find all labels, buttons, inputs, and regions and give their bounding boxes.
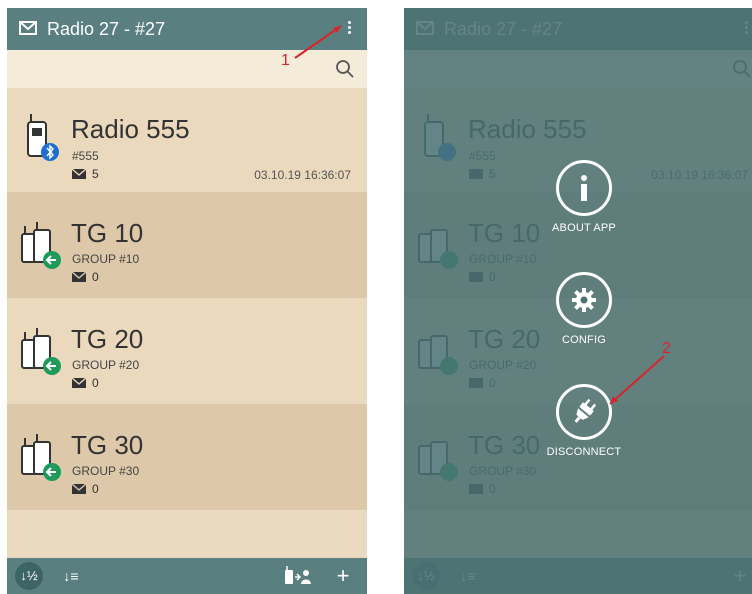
group-radios-icon bbox=[21, 222, 61, 269]
mail-icon bbox=[19, 21, 37, 35]
add-contact-icon[interactable] bbox=[283, 562, 313, 590]
app-title: Radio 27 - #27 bbox=[47, 19, 166, 39]
sort-numeric-button[interactable]: ↓½ bbox=[15, 562, 43, 590]
list-item[interactable]: TG 10 GROUP #10 0 bbox=[7, 192, 367, 298]
annotation-arrow-1 bbox=[294, 25, 342, 59]
list-item[interactable]: Radio 555 #555 5 03.10.19 16:36:07 bbox=[7, 88, 367, 192]
message-count-value: 0 bbox=[92, 270, 99, 284]
item-name: Radio 555 bbox=[71, 114, 190, 144]
config-label: CONFIG bbox=[562, 334, 606, 346]
list-item[interactable]: TG 20 GROUP #20 0 bbox=[7, 298, 367, 404]
menu-screen: Radio 27 - #27 Radio 555 #555 5 03.10.19… bbox=[404, 8, 752, 594]
item-subtitle: GROUP #30 bbox=[72, 464, 140, 478]
message-count: 0 bbox=[72, 376, 99, 390]
about-app-label: ABOUT APP bbox=[552, 222, 616, 234]
search-icon[interactable] bbox=[335, 59, 355, 79]
timestamp: 03.10.19 16:36:07 bbox=[254, 168, 351, 182]
item-name: TG 30 bbox=[71, 430, 144, 460]
message-count: 5 bbox=[72, 167, 99, 181]
message-count: 0 bbox=[72, 270, 99, 284]
list-item[interactable]: TG 30 GROUP #30 0 bbox=[7, 404, 367, 510]
group-radios-icon bbox=[21, 328, 61, 375]
item-subtitle: GROUP #10 bbox=[72, 252, 140, 266]
mail-icon bbox=[72, 484, 86, 494]
bottom-toolbar: ↓½ ↓≡ + bbox=[7, 558, 367, 594]
info-icon bbox=[556, 160, 612, 216]
contact-list: Radio 555 #555 5 03.10.19 16:36:07 TG 10… bbox=[7, 88, 367, 558]
message-count-value: 0 bbox=[92, 482, 99, 496]
about-app-button[interactable]: ABOUT APP bbox=[524, 160, 644, 234]
mail-icon bbox=[72, 378, 86, 388]
radio-bluetooth-icon bbox=[27, 114, 59, 161]
annotation-label-1: 1 bbox=[281, 52, 290, 69]
main-screen: Radio 27 - #27 Radio 555 #555 5 03.10.19 bbox=[7, 8, 367, 594]
menu-overlay[interactable]: ABOUT APP CONFIG DISCONNECT bbox=[404, 8, 752, 594]
disconnect-label: DISCONNECT bbox=[546, 446, 622, 458]
sort-list-button[interactable]: ↓≡ bbox=[57, 562, 85, 590]
item-name: TG 10 bbox=[71, 218, 144, 248]
message-count-value: 0 bbox=[92, 376, 99, 390]
item-subtitle: #555 bbox=[72, 149, 99, 163]
mail-icon bbox=[72, 169, 86, 179]
add-button[interactable]: + bbox=[331, 562, 355, 590]
item-name: TG 20 bbox=[71, 324, 144, 354]
item-subtitle: GROUP #20 bbox=[72, 358, 140, 372]
annotation-arrow-2 bbox=[609, 355, 665, 405]
gear-icon bbox=[556, 272, 612, 328]
message-count-value: 5 bbox=[92, 167, 99, 181]
message-count: 0 bbox=[72, 482, 99, 496]
config-button[interactable]: CONFIG bbox=[524, 272, 644, 346]
group-radios-icon bbox=[21, 434, 61, 481]
mail-icon bbox=[72, 272, 86, 282]
